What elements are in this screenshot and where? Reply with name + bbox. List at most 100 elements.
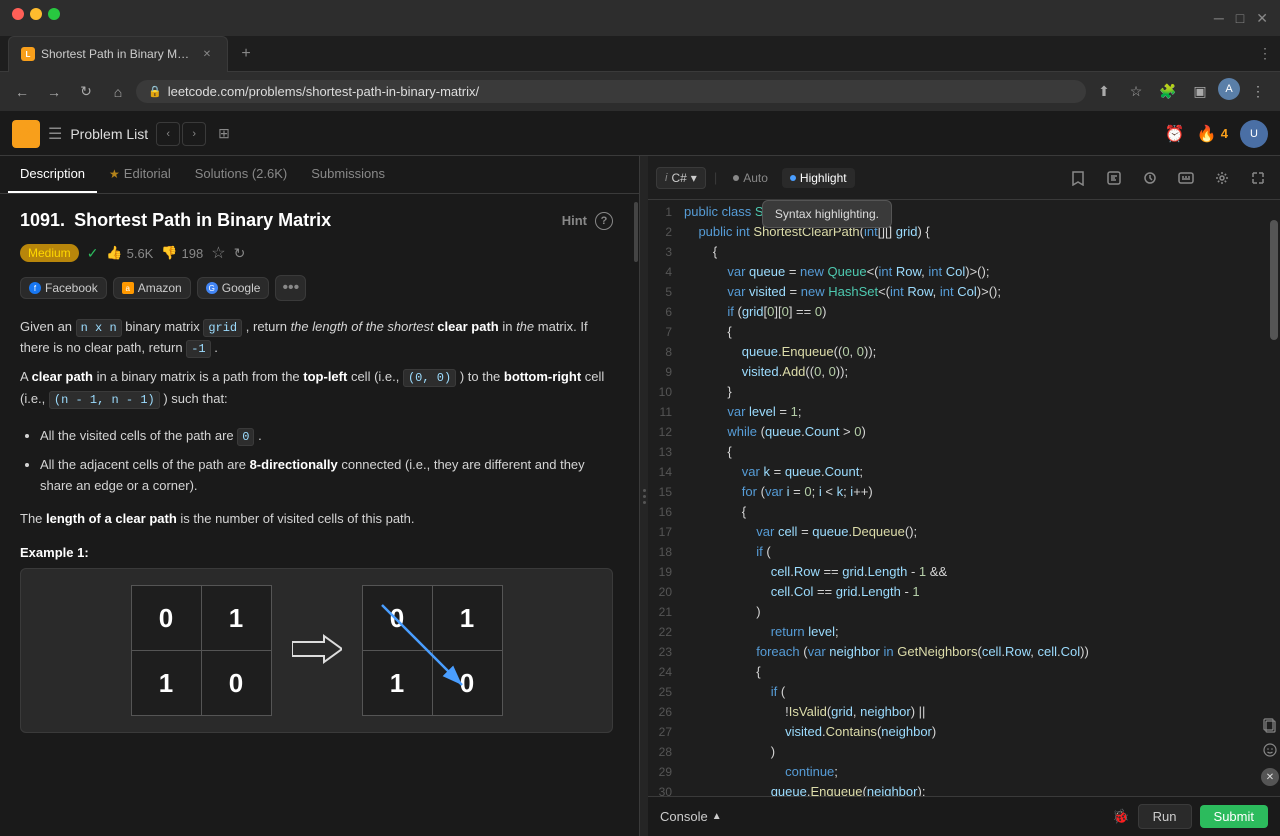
refresh-button[interactable]: ↻ bbox=[234, 245, 246, 262]
code-line: 21 ) bbox=[648, 604, 1268, 624]
browser-tab[interactable]: L Shortest Path in Binary Matrix - L ✕ bbox=[8, 36, 228, 72]
example-title: Example 1: bbox=[20, 545, 613, 560]
settings-icon[interactable] bbox=[1208, 164, 1236, 192]
auto-mode-button[interactable]: Auto bbox=[725, 168, 776, 188]
more-companies-button[interactable]: ••• bbox=[275, 275, 306, 301]
nav-forward-button[interactable]: → bbox=[40, 78, 68, 106]
panel-divider[interactable] bbox=[640, 156, 648, 836]
bookmark-icon[interactable] bbox=[1064, 164, 1092, 192]
editorial-badge: ★ bbox=[109, 167, 120, 181]
code-scrollbar[interactable]: ✕ bbox=[1268, 200, 1280, 796]
code-line: 10 } bbox=[648, 384, 1268, 404]
pin-icon[interactable]: ⊞ bbox=[218, 125, 230, 142]
maximize-button[interactable] bbox=[48, 8, 60, 20]
code-n1: (n - 1, n - 1) bbox=[49, 391, 160, 409]
user-avatar[interactable]: U bbox=[1240, 120, 1268, 148]
hint-button[interactable]: ? bbox=[595, 212, 613, 230]
window-minimize-icon[interactable]: ─ bbox=[1214, 10, 1224, 26]
code-line: 7 { bbox=[648, 324, 1268, 344]
bookmark-star-icon[interactable]: ☆ bbox=[1122, 78, 1150, 106]
address-text: leetcode.com/problems/shortest-path-in-b… bbox=[168, 84, 479, 99]
nav-back-button[interactable]: ← bbox=[8, 78, 36, 106]
fire-icon: 🔥 bbox=[1197, 124, 1217, 144]
problem-list-link[interactable]: Problem List bbox=[70, 126, 148, 142]
code-scrollbar-thumb[interactable] bbox=[1270, 220, 1278, 340]
tab-close-button[interactable]: ✕ bbox=[199, 46, 215, 62]
highlight-dot bbox=[790, 175, 796, 181]
window-close-icon[interactable]: ✕ bbox=[1256, 10, 1268, 27]
company-tag-google[interactable]: G Google bbox=[197, 277, 270, 299]
dislike-button[interactable]: 👎 198 bbox=[161, 245, 203, 261]
tab-description[interactable]: Description bbox=[8, 156, 97, 193]
language-selector[interactable]: i C# ▾ bbox=[656, 167, 706, 189]
extensions-icon[interactable]: 🧩 bbox=[1154, 78, 1182, 106]
grid-arrow bbox=[292, 634, 342, 667]
lc-logo bbox=[12, 120, 40, 148]
code-line: 28 ) bbox=[648, 744, 1268, 764]
copy-code-icon[interactable] bbox=[1262, 717, 1278, 736]
code-line: 27 visited.Contains(neighbor) bbox=[648, 724, 1268, 744]
code-grid: grid bbox=[203, 319, 242, 337]
nav-refresh-button[interactable]: ↻ bbox=[72, 78, 100, 106]
company-tag-amazon[interactable]: a Amazon bbox=[113, 277, 191, 299]
result-grid: 0 1 1 0 bbox=[362, 585, 503, 716]
sidebar-icon[interactable]: ▣ bbox=[1186, 78, 1214, 106]
profile-icon[interactable]: A bbox=[1218, 78, 1240, 100]
code-line: 11 var level = 1; bbox=[648, 404, 1268, 424]
new-tab-button[interactable]: + bbox=[232, 40, 260, 68]
submit-button[interactable]: Submit bbox=[1200, 805, 1268, 828]
prev-problem-button[interactable]: ‹ bbox=[156, 122, 180, 146]
code-line: 15 for (var i = 0; i < k; i++) bbox=[648, 484, 1268, 504]
streak-count: 4 bbox=[1221, 126, 1228, 141]
console-button[interactable]: Console ▲ bbox=[660, 809, 722, 824]
expand-icon[interactable] bbox=[1244, 164, 1272, 192]
browser-menu-dots-icon[interactable]: ⋮ bbox=[1244, 78, 1272, 106]
share-icon[interactable]: ⬆ bbox=[1090, 78, 1118, 106]
difficulty-badge: Medium bbox=[20, 244, 79, 262]
code-line: 17 var cell = queue.Dequeue(); bbox=[648, 524, 1268, 544]
code-line: 1 public class Solution { bbox=[648, 204, 1268, 224]
code-line: 4 var queue = new Queue<(int Row, int Co… bbox=[648, 264, 1268, 284]
like-button[interactable]: 👍 5.6K bbox=[106, 245, 153, 261]
tab-solutions[interactable]: Solutions (2.6K) bbox=[183, 156, 300, 193]
code-toolbar: i C# ▾ | Auto Highlight Syntax highlight… bbox=[648, 156, 1280, 200]
next-problem-button[interactable]: › bbox=[182, 122, 206, 146]
result-grid-container: 0 1 1 0 bbox=[362, 585, 503, 716]
minimize-button[interactable] bbox=[30, 8, 42, 20]
format-icon[interactable] bbox=[1100, 164, 1128, 192]
tab-submissions[interactable]: Submissions bbox=[299, 156, 397, 193]
highlight-tooltip: Syntax highlighting. bbox=[762, 200, 892, 228]
company-tag-facebook[interactable]: f Facebook bbox=[20, 277, 107, 299]
run-button[interactable]: Run bbox=[1138, 804, 1192, 829]
browser-menu-icon[interactable]: ⋮ bbox=[1258, 45, 1272, 62]
divider-dots bbox=[643, 489, 646, 504]
timer-icon[interactable]: ⏰ bbox=[1165, 124, 1185, 144]
language-label: C# bbox=[671, 171, 686, 185]
highlight-mode-button[interactable]: Highlight Syntax highlighting. bbox=[782, 168, 855, 188]
hint-label[interactable]: Hint bbox=[562, 213, 587, 228]
problem-title: 1091. Shortest Path in Binary Matrix bbox=[20, 210, 331, 231]
history-icon[interactable] bbox=[1136, 164, 1164, 192]
debug-icon[interactable]: 🐞 bbox=[1112, 808, 1129, 825]
window-maximize-icon[interactable]: □ bbox=[1236, 10, 1244, 26]
bullet-list: All the visited cells of the path are 0 … bbox=[40, 426, 613, 497]
code-line: 18 if ( bbox=[648, 544, 1268, 564]
nav-home-button[interactable]: ⌂ bbox=[104, 78, 132, 106]
code-line: 16 { bbox=[648, 504, 1268, 524]
hamburger-icon[interactable]: ☰ bbox=[48, 124, 62, 144]
amazon-label: Amazon bbox=[138, 281, 182, 295]
facebook-icon: f bbox=[29, 282, 41, 294]
dismiss-icon[interactable]: ✕ bbox=[1261, 768, 1279, 786]
close-button[interactable] bbox=[12, 8, 24, 20]
address-bar[interactable]: 🔒 leetcode.com/problems/shortest-path-in… bbox=[136, 80, 1086, 103]
problem-nav-arrows: ‹ › bbox=[156, 122, 206, 146]
left-panel-tabs: Description ★ Editorial Solutions (2.6K)… bbox=[0, 156, 639, 194]
feedback-icon[interactable] bbox=[1262, 742, 1278, 761]
tab-editorial[interactable]: ★ Editorial bbox=[97, 156, 183, 193]
code-line: 14 var k = queue.Count; bbox=[648, 464, 1268, 484]
code-line: 25 if ( bbox=[648, 684, 1268, 704]
star-button[interactable]: ☆ bbox=[211, 243, 225, 263]
code-line: 23 foreach (var neighbor in GetNeighbors… bbox=[648, 644, 1268, 664]
code-editor-area[interactable]: 1 public class Solution { 2 public int S… bbox=[648, 200, 1280, 796]
keyboard-shortcut-icon[interactable] bbox=[1172, 164, 1200, 192]
